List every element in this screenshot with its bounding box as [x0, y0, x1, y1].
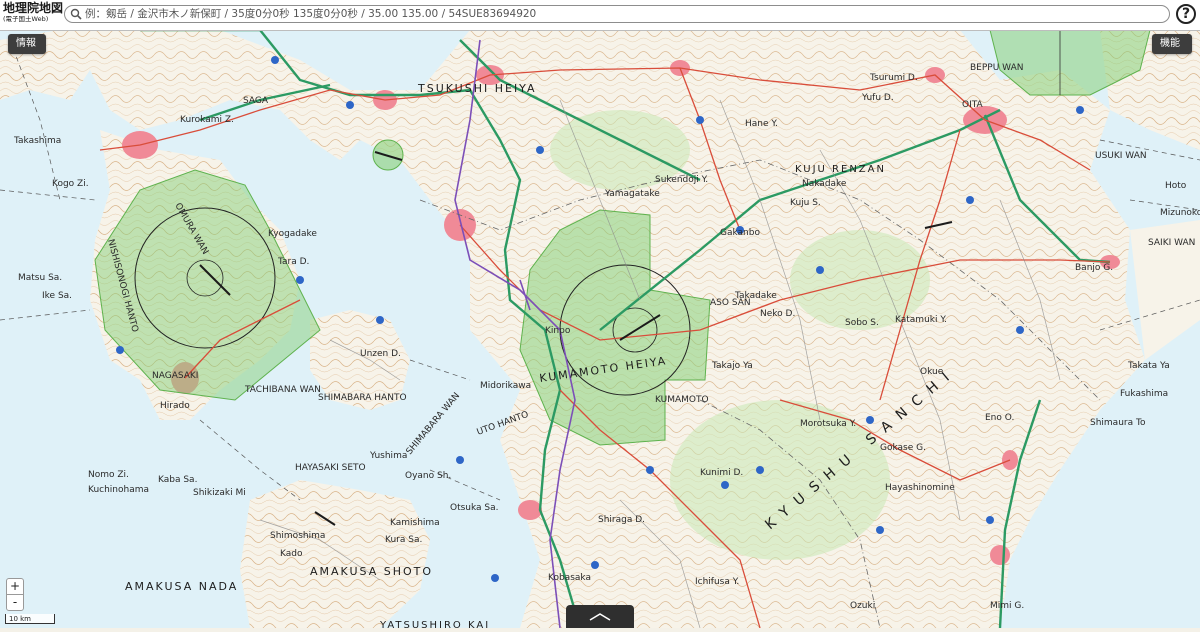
label-nomo: Nomo Zi.: [88, 470, 129, 480]
label-shimaura: Shimaura To: [1090, 418, 1146, 428]
label-tsurumi: Tsurumi D.: [869, 73, 918, 83]
label-shimosshima: Shimoshima: [270, 531, 325, 541]
top-bar: 地理院地図 (電子国土Web) 例：剱岳 / 金沢市木ノ新保町 / 35度0分0…: [0, 0, 1200, 31]
label-saiki-wan: SAIKI WAN: [1148, 238, 1195, 248]
label-kaba: Kaba Sa.: [158, 475, 197, 485]
scale-bar: 10 km: [5, 614, 55, 624]
label-nagasaki: NAGASAKI: [152, 371, 198, 381]
label-hakone: Kunimi D.: [700, 468, 743, 478]
label-mimigawa: Mimi G.: [990, 601, 1024, 611]
label-tsukushi-heiya: TSUKUSHI HEIYA: [417, 82, 537, 95]
label-yamagata: Yamagatake: [604, 189, 660, 199]
label-kinpo: Kinpo: [545, 326, 571, 336]
logo-title: 地理院地図: [3, 1, 64, 15]
label-shimabara-hanto: SHIMABARA HANTO: [318, 393, 407, 403]
label-kuju-renzan: KUJU RENZAN: [795, 164, 886, 175]
label-sobo: Sobo S.: [845, 318, 879, 328]
label-neko: Neko D.: [760, 309, 795, 319]
label-hirado: Hirado: [160, 401, 190, 411]
label-mizunoko: Mizunoko: [1160, 208, 1200, 218]
label-takashima: Takashima: [13, 136, 61, 146]
label-hayasaki-seto: HAYASAKI SETO: [295, 463, 366, 473]
label-shiraga: Shiraga D.: [598, 515, 645, 525]
label-beppu-wan: BEPPU WAN: [970, 63, 1023, 73]
label-amakusa-shoto: AMAKUSA SHOTO: [310, 565, 433, 578]
label-kura: Kura Sa.: [385, 535, 422, 545]
label-yufu: Yufu D.: [861, 93, 894, 103]
label-oyano: Oyano Sh.: [405, 471, 451, 481]
search-placeholder: 例：剱岳 / 金沢市木ノ新保町 / 35度0分0秒 135度0分0秒 / 35.…: [85, 8, 537, 20]
expand-panel-button[interactable]: [566, 605, 634, 628]
label-yatsushiro-kai: YATSUSHIRO KAI: [379, 620, 490, 628]
label-kunimi-zan: Tara D.: [277, 257, 309, 267]
label-gakanbo: Gakanbo: [720, 228, 760, 238]
info-button[interactable]: 情報: [8, 34, 46, 54]
label-usuki-wan: USUKI WAN: [1095, 151, 1147, 161]
label-kurokami: Kurokami Z.: [180, 115, 234, 125]
label-hoto: Hoto: [1165, 181, 1187, 191]
label-katamuki: Katamuki Y.: [895, 315, 947, 325]
label-kuchinotsu: Kuchinohama: [88, 485, 149, 495]
app-logo[interactable]: 地理院地図 (電子国土Web): [3, 2, 63, 28]
label-amakusa-nada: AMAKUSA NADA: [125, 580, 238, 593]
label-midorikawa: Midorikawa: [480, 381, 531, 391]
label-ozuki: Ozuki: [850, 601, 875, 611]
label-tachibana-wan: TACHIBANA WAN: [244, 385, 321, 395]
label-otsuki: Otsuka Sa.: [450, 503, 499, 513]
logo-subtitle: (電子国土Web): [3, 15, 49, 23]
label-hayashinomine: Hayashinomine: [885, 483, 955, 493]
label-shikizaki: Shikizaki Mi: [193, 488, 246, 498]
label-kado: Kado: [280, 549, 303, 559]
label-saga: SAGA: [243, 96, 269, 106]
label-gokase: Gokase G.: [880, 443, 926, 453]
label-morotsuka: Morotsuka Y.: [800, 419, 856, 429]
label-okue: Okue: [920, 367, 944, 377]
label-ken-dake: Kyogadake: [268, 229, 317, 239]
map-canvas[interactable]: TSUKUSHI HEIYA KUMAMOTO HEIYA AMAKUSA NA…: [0, 0, 1200, 628]
zoom-out-button[interactable]: -: [6, 594, 24, 611]
label-banjo: Banjo G.: [1075, 263, 1113, 273]
help-button[interactable]: ?: [1176, 4, 1196, 24]
label-kumamoto: KUMAMOTO: [655, 395, 709, 405]
label-oita: OITA: [962, 100, 984, 110]
functions-button[interactable]: 機能: [1152, 34, 1192, 54]
label-kujusan: Kuju S.: [790, 198, 821, 208]
label-takadake: Takadake: [734, 291, 777, 301]
label-nakadake: Nakadake: [802, 179, 847, 189]
zoom-in-button[interactable]: +: [6, 578, 24, 595]
label-fukashima: Fukashima: [1120, 389, 1168, 399]
label-matsu: Matsu Sa.: [18, 273, 62, 283]
search-input[interactable]: 例：剱岳 / 金沢市木ノ新保町 / 35度0分0秒 135度0分0秒 / 35.…: [64, 5, 1170, 23]
label-unzen: Unzen D.: [360, 349, 401, 359]
label-ichifusa: Ichifusa Y.: [695, 577, 739, 587]
label-shokoji: Sukendoji Y.: [655, 175, 708, 185]
label-kogo: Kogo Zi.: [52, 179, 89, 189]
label-yushima: Yushima: [369, 451, 407, 461]
label-okoba: Kobasaka: [548, 573, 591, 583]
label-takajo: Takajo Ya: [711, 361, 753, 371]
label-ike: Ike Sa.: [42, 291, 72, 301]
search-icon: [70, 8, 82, 20]
label-eno: Eno O.: [985, 413, 1014, 423]
label-kamishima: Kamishima: [390, 518, 440, 528]
chevron-up-icon: [589, 613, 611, 621]
label-gozan: Hane Y.: [745, 119, 778, 129]
label-takata: Takata Ya: [1127, 361, 1170, 371]
